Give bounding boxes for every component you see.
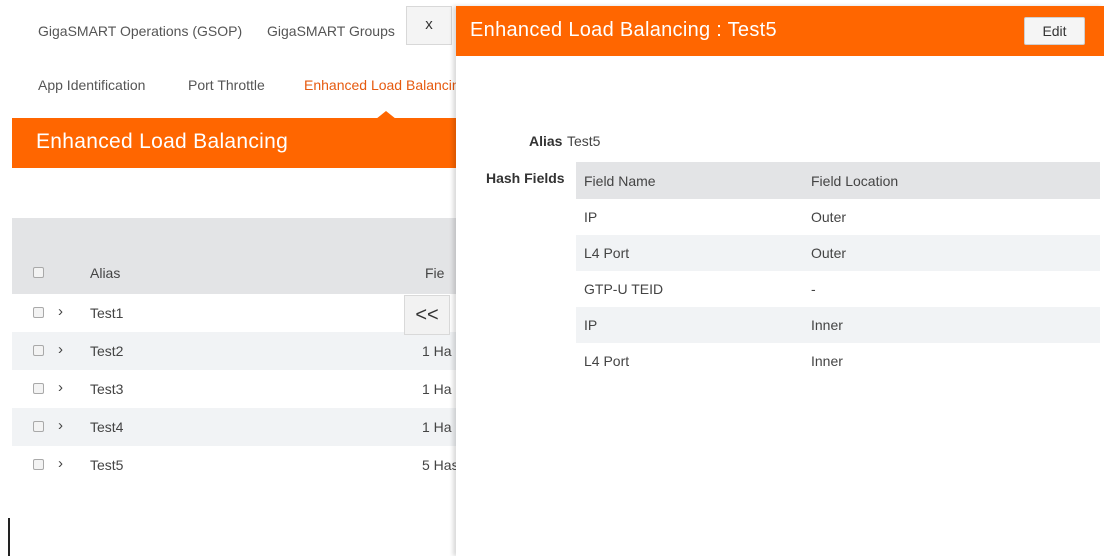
row-fields: 1 Ha <box>422 381 452 397</box>
column-header-field-name: Field Name <box>584 173 656 189</box>
row-alias: Test2 <box>90 343 124 359</box>
hash-fields-label: Hash Fields <box>486 170 565 186</box>
row-fields: 1 Ha <box>422 343 452 359</box>
detail-panel: Enhanced Load Balancing : Test5 Edit Ali… <box>456 6 1104 556</box>
table-row[interactable]: › Test1 <box>12 294 456 332</box>
hash-table-row: L4 Port Inner <box>576 343 1100 379</box>
hash-table-row: GTP-U TEID - <box>576 271 1100 307</box>
row-fields: 1 Ha <box>422 419 452 435</box>
row-checkbox[interactable] <box>33 459 44 470</box>
column-header-fields[interactable]: Fie <box>425 265 444 281</box>
grid-header: Alias Fie <box>12 218 456 294</box>
tab-gigasmart-groups[interactable]: GigaSMART Groups <box>267 23 395 39</box>
chevron-right-icon[interactable]: › <box>58 455 63 472</box>
field-location: Outer <box>811 209 847 225</box>
hash-table-header: Field Name Field Location <box>576 162 1100 199</box>
detail-title: Enhanced Load Balancing : Test5 <box>470 19 777 41</box>
column-header-field-location: Field Location <box>811 173 899 189</box>
row-checkbox[interactable] <box>33 345 44 356</box>
row-checkbox[interactable] <box>33 307 44 318</box>
sub-tab-bar: App Identification Port Throttle Enhance… <box>0 64 456 110</box>
top-tab-bar: GigaSMART Operations (GSOP) GigaSMART Gr… <box>0 0 456 64</box>
hash-table-row: L4 Port Outer <box>576 235 1100 271</box>
hash-table-row: IP Outer <box>576 199 1100 235</box>
alias-label: Alias <box>529 133 563 149</box>
table-row[interactable]: › Test3 1 Ha <box>12 370 456 408</box>
field-name: GTP-U TEID <box>584 281 664 297</box>
field-name: L4 Port <box>584 353 630 369</box>
tab-app-identification[interactable]: App Identification <box>38 77 145 93</box>
scroll-edge-bar <box>8 518 10 556</box>
panel-header: Enhanced Load Balancing <box>12 111 456 168</box>
active-tab-notch <box>376 111 396 119</box>
chevron-right-icon[interactable]: › <box>58 341 63 358</box>
edit-button[interactable]: Edit <box>1024 17 1085 45</box>
field-name: IP <box>584 317 598 333</box>
field-name: IP <box>584 209 598 225</box>
collapse-panel-button[interactable]: << <box>404 295 450 335</box>
tab-enhanced-load-balancing[interactable]: Enhanced Load Balancing <box>304 77 456 93</box>
table-row[interactable]: › Test4 1 Ha <box>12 408 456 446</box>
table-row[interactable]: › Test2 1 Ha <box>12 332 456 370</box>
row-alias: Test5 <box>90 457 124 473</box>
tab-port-throttle[interactable]: Port Throttle <box>188 77 265 93</box>
hash-table-row: IP Inner <box>576 307 1100 343</box>
row-alias: Test4 <box>90 419 124 435</box>
field-location: Inner <box>811 353 843 369</box>
row-alias: Test3 <box>90 381 124 397</box>
tab-gsop[interactable]: GigaSMART Operations (GSOP) <box>38 23 242 39</box>
row-checkbox[interactable] <box>33 421 44 432</box>
table-row[interactable]: › Test5 5 Has <box>12 446 456 484</box>
elb-list-pane: GigaSMART Operations (GSOP) GigaSMART Gr… <box>0 0 456 556</box>
select-all-checkbox[interactable] <box>33 267 44 278</box>
row-alias: Test1 <box>90 305 124 321</box>
detail-header: Enhanced Load Balancing : Test5 Edit <box>456 6 1104 56</box>
panel-title: Enhanced Load Balancing <box>36 130 289 153</box>
column-header-alias[interactable]: Alias <box>90 265 120 281</box>
field-location: Inner <box>811 317 843 333</box>
field-name: L4 Port <box>584 245 630 261</box>
chevron-right-icon[interactable]: › <box>58 417 63 434</box>
chevron-right-icon[interactable]: › <box>58 303 63 320</box>
chevron-right-icon[interactable]: › <box>58 379 63 396</box>
close-button[interactable]: x <box>406 6 452 45</box>
field-location: - <box>811 281 816 297</box>
alias-value: Test5 <box>567 133 601 149</box>
row-checkbox[interactable] <box>33 383 44 394</box>
field-location: Outer <box>811 245 847 261</box>
row-fields: 5 Has <box>422 457 456 473</box>
